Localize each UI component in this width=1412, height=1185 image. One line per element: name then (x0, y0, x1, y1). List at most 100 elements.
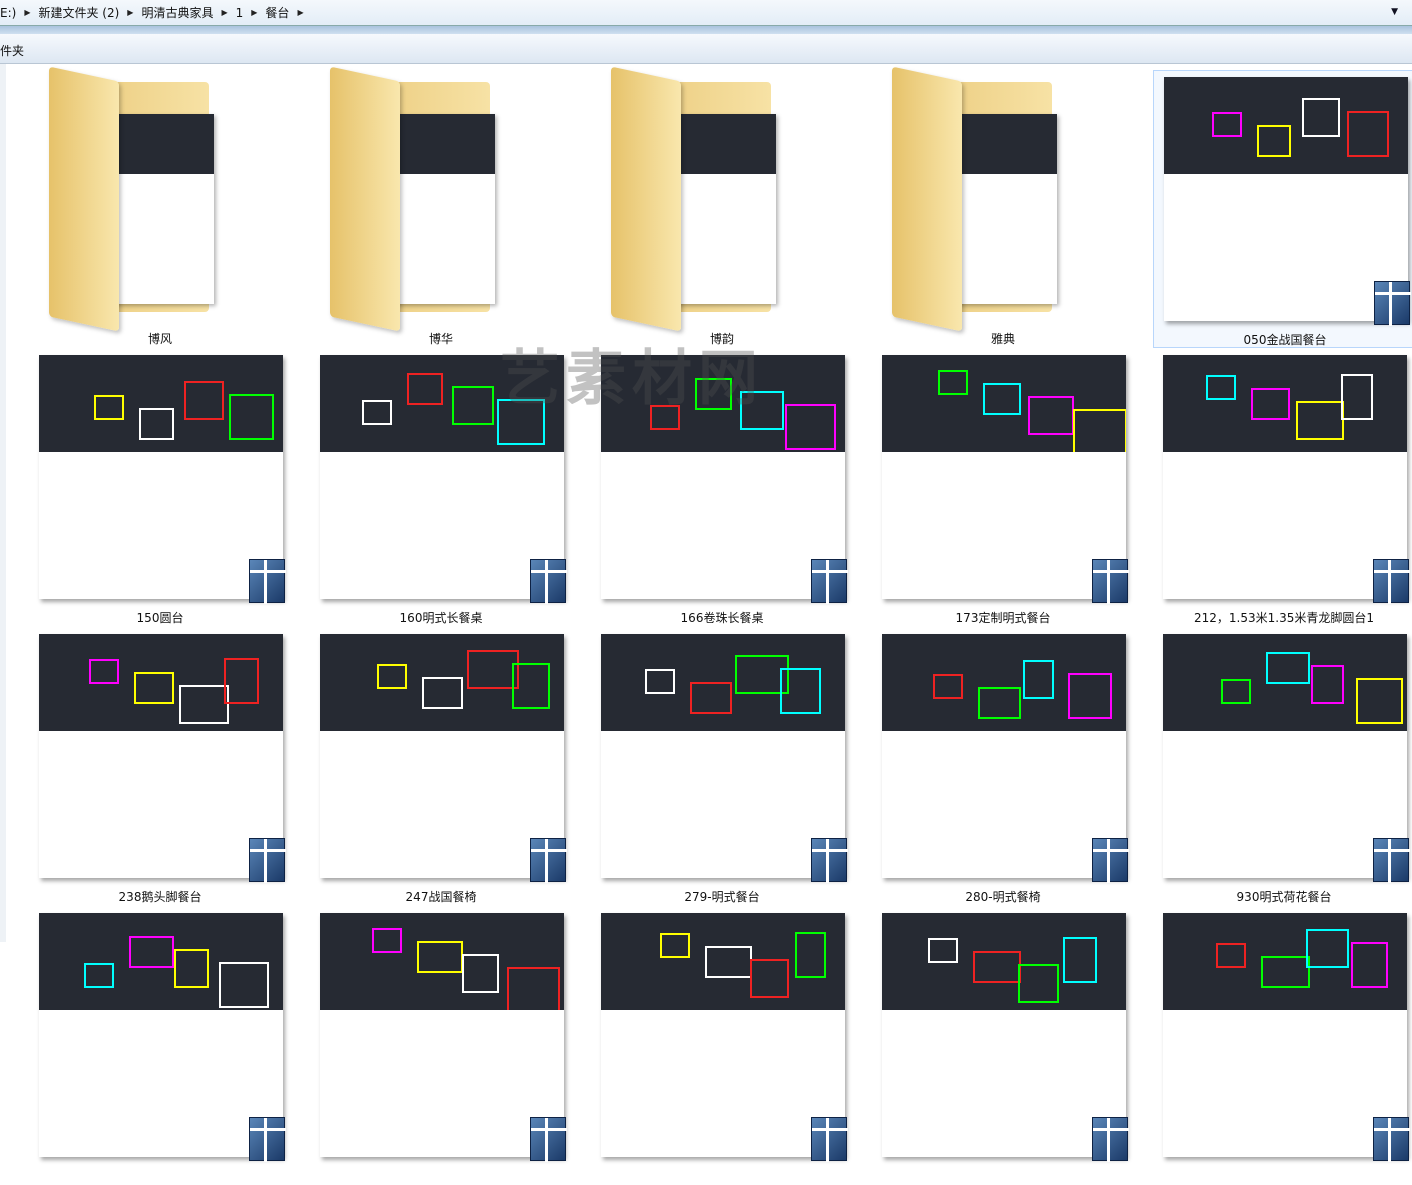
file-label: 博风 (147, 332, 172, 346)
address-bar[interactable]: E:) ▶ 新建文件夹 (2) ▶ 明清古典家具 ▶ 1 ▶ 餐台 ▶ ▼ (0, 0, 1412, 26)
chevron-right-icon[interactable]: ▶ (221, 8, 227, 17)
toolbar: 件夹 (0, 34, 1412, 64)
folder-icon (49, 66, 249, 332)
dwg-file-icon (249, 559, 286, 604)
cad-preview-shape (1216, 943, 1246, 968)
cad-preview-shape (219, 962, 269, 1008)
cad-preview-shape (1356, 678, 1403, 724)
cad-preview-shape (690, 682, 732, 714)
cad-preview-shape (1306, 929, 1349, 968)
cad-preview-shape (750, 959, 789, 998)
file-label: 247战国餐椅 (405, 890, 477, 904)
file-label: 雅典 (990, 332, 1015, 346)
file-item[interactable] (29, 907, 291, 1185)
file-item[interactable] (872, 907, 1134, 1185)
file-label: 930明式荷花餐台 (1236, 890, 1332, 904)
file-item[interactable]: 173定制明式餐台 (872, 349, 1134, 627)
cad-preview-shape (507, 967, 560, 1010)
file-item[interactable]: 247战国餐椅 (310, 628, 572, 906)
cad-preview-shape (983, 383, 1021, 415)
cad-preview-shape (179, 685, 229, 724)
cad-preview-shape (134, 672, 174, 704)
dwg-thumbnail (1163, 634, 1410, 883)
chevron-right-icon[interactable]: ▶ (297, 8, 303, 17)
file-item[interactable]: 雅典 (872, 66, 1134, 348)
cad-preview-shape (84, 963, 114, 988)
dwg-thumbnail (320, 634, 567, 883)
cad-preview-shape (1296, 401, 1344, 440)
file-item[interactable]: 238鹅头脚餐台 (29, 628, 291, 906)
cad-preview-shape (1347, 111, 1389, 157)
cad-preview-shape (377, 664, 407, 689)
cad-preview-shape (129, 936, 174, 968)
file-item[interactable] (591, 907, 853, 1185)
cad-preview-shape (417, 941, 463, 973)
dwg-thumbnail (1163, 913, 1410, 1162)
file-label: 150圆台 (136, 611, 184, 625)
toolbar-new-folder[interactable]: 件夹 (0, 44, 24, 58)
file-grid: 博风 博华 博韵 雅典 050金战国餐台 150圆台 160明式长餐桌 166卷珠长餐桌 173… (0, 64, 1412, 1162)
file-item[interactable]: 212，1.53米1.35米青龙脚圆台1 (1153, 349, 1412, 627)
dwg-file-icon (249, 838, 286, 883)
cad-preview-shape (1221, 679, 1251, 704)
file-label: 173定制明式餐台 (955, 611, 1051, 625)
breadcrumb-item[interactable]: 1 (236, 6, 244, 20)
file-item[interactable]: 博韵 (591, 66, 853, 348)
file-label: 279-明式餐台 (684, 890, 760, 904)
dwg-thumbnail (320, 913, 567, 1162)
chevron-right-icon[interactable]: ▶ (24, 8, 30, 17)
cad-preview-shape (1206, 375, 1236, 400)
file-item[interactable]: 博风 (29, 66, 291, 348)
dwg-thumbnail (882, 913, 1129, 1162)
cad-preview-shape (1023, 660, 1054, 699)
breadcrumb-item[interactable]: 餐台 (265, 4, 289, 21)
dwg-thumbnail (601, 634, 848, 883)
folder-icon (611, 66, 811, 332)
cad-preview-shape (1073, 409, 1126, 452)
dwg-file-icon (1092, 1117, 1129, 1162)
chevron-right-icon[interactable]: ▶ (251, 8, 257, 17)
cad-preview-shape (184, 381, 224, 420)
cad-preview-shape (1063, 937, 1097, 983)
cad-preview-shape (94, 395, 124, 420)
dwg-file-icon (530, 559, 567, 604)
file-label: 166卷珠长餐桌 (680, 611, 764, 625)
dwg-file-icon (1092, 838, 1129, 883)
dwg-thumbnail (1164, 77, 1411, 326)
breadcrumb-item[interactable]: 明清古典家具 (141, 4, 213, 21)
watermark: 艺素材网 (500, 344, 764, 414)
breadcrumb-item[interactable]: E:) (0, 6, 16, 20)
dwg-file-icon (530, 838, 567, 883)
dwg-file-icon (1374, 281, 1411, 326)
file-item[interactable]: 930明式荷花餐台 (1153, 628, 1412, 906)
cad-preview-shape (1341, 374, 1373, 420)
file-item[interactable]: 博华 (310, 66, 572, 348)
file-item[interactable] (310, 907, 572, 1185)
cad-preview-shape (938, 370, 968, 395)
file-item[interactable] (1153, 907, 1412, 1185)
dwg-file-icon (1092, 559, 1129, 604)
file-item[interactable]: 279-明式餐台 (591, 628, 853, 906)
dwg-thumbnail (1163, 355, 1410, 604)
folder-icon (330, 66, 530, 332)
breadcrumb-item[interactable]: 新建文件夹 (2) (38, 4, 119, 21)
file-label: 050金战国餐台 (1243, 333, 1327, 347)
file-item[interactable]: 280-明式餐椅 (872, 628, 1134, 906)
file-label: 280-明式餐椅 (965, 890, 1041, 904)
chevron-right-icon[interactable]: ▶ (127, 8, 133, 17)
dropdown-arrow-icon[interactable]: ▼ (1391, 7, 1398, 17)
cad-preview-shape (1302, 98, 1340, 137)
cad-preview-shape (1311, 665, 1344, 704)
cad-preview-shape (422, 677, 463, 709)
cad-preview-shape (224, 658, 259, 704)
dwg-file-icon (530, 1117, 567, 1162)
file-item[interactable]: 150圆台 (29, 349, 291, 627)
cad-preview-shape (372, 928, 402, 953)
cad-preview-shape (645, 669, 675, 694)
dwg-thumbnail (39, 355, 286, 604)
cad-preview-shape (362, 400, 392, 425)
cad-preview-shape (1068, 673, 1112, 719)
dwg-file-icon (811, 1117, 848, 1162)
file-label: 212，1.53米1.35米青龙脚圆台1 (1194, 611, 1374, 625)
file-item[interactable]: 050金战国餐台 (1153, 70, 1412, 348)
